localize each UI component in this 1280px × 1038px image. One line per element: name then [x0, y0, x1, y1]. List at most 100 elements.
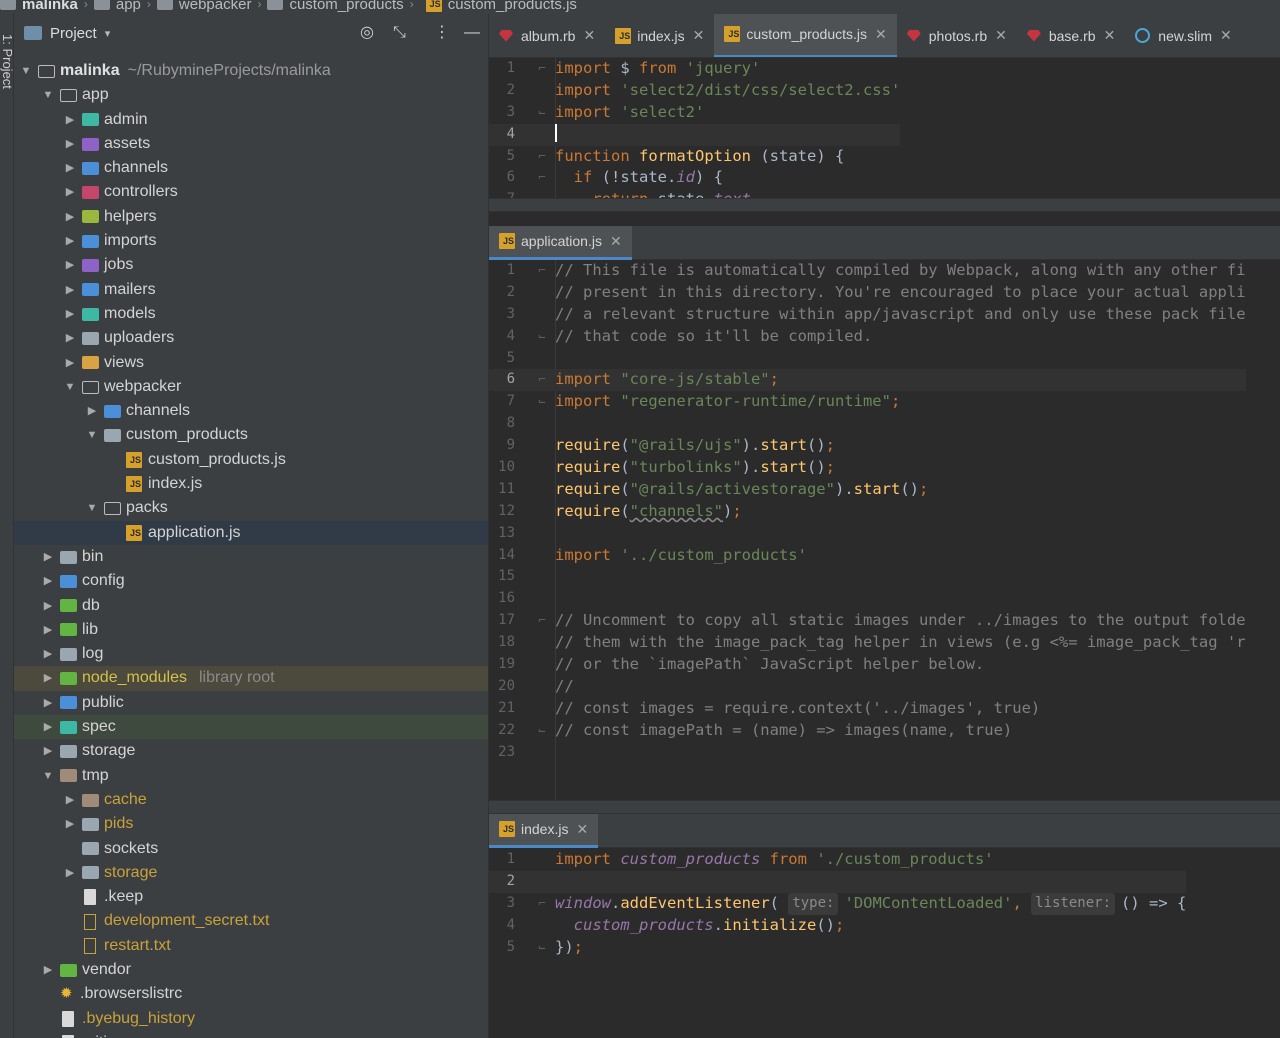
tree-item[interactable]: ▶ public: [14, 691, 488, 715]
expand-arrow-icon[interactable]: ▶: [64, 156, 76, 180]
expand-arrow-icon[interactable]: ▼: [86, 496, 98, 520]
expand-arrow-icon[interactable]: ▶: [86, 399, 98, 423]
pane-splitter[interactable]: [489, 198, 1280, 212]
expand-arrow-icon[interactable]: ▼: [86, 423, 98, 447]
breadcrumb-item[interactable]: custom_products: [267, 0, 404, 13]
tree-item[interactable]: .gitignore: [14, 1031, 488, 1038]
tree-item[interactable]: restart.txt: [14, 934, 488, 958]
tree-item[interactable]: ▼ webpacker: [14, 375, 488, 399]
expand-arrow-icon[interactable]: ▶: [64, 788, 76, 812]
expand-arrow-icon[interactable]: ▶: [42, 715, 54, 739]
tree-item[interactable]: ▶ spec: [14, 715, 488, 740]
editor-tab[interactable]: photos.rb ✕: [897, 14, 1017, 57]
expand-arrow-icon[interactable]: ▶: [64, 351, 76, 375]
breadcrumb-item[interactable]: app: [93, 0, 141, 13]
expand-arrow-icon[interactable]: ▶: [42, 594, 54, 618]
tree-item[interactable]: .keep: [14, 885, 488, 909]
expand-arrow-icon[interactable]: ▶: [64, 278, 76, 302]
editor-tab[interactable]: JS index.js ✕: [605, 14, 714, 57]
tree-item[interactable]: ▶ imports: [14, 229, 488, 253]
tree-item[interactable]: development_secret.txt: [14, 909, 488, 933]
close-icon[interactable]: ✕: [995, 27, 1007, 44]
close-icon[interactable]: ✕: [1220, 27, 1232, 44]
collapse-icon[interactable]: ⤡: [393, 24, 406, 42]
expand-arrow-icon[interactable]: ▶: [64, 253, 76, 277]
tree-item[interactable]: ▼ custom_products: [14, 423, 488, 447]
expand-arrow-icon[interactable]: ▶: [42, 618, 54, 642]
breadcrumb-item[interactable]: webpacker: [156, 0, 251, 13]
expand-arrow-icon[interactable]: ▶: [42, 691, 54, 715]
close-icon[interactable]: ✕: [1104, 27, 1116, 44]
target-icon[interactable]: ◎: [360, 24, 374, 42]
tree-item[interactable]: ▶ storage: [14, 739, 488, 763]
close-icon[interactable]: ✕: [875, 26, 887, 43]
expand-arrow-icon[interactable]: ▶: [42, 642, 54, 666]
tree-item[interactable]: ▶ db: [14, 594, 488, 618]
minimize-icon[interactable]: —: [464, 24, 480, 42]
expand-arrow-icon[interactable]: ▼: [42, 764, 54, 788]
project-tool-button[interactable]: 1: Project: [0, 34, 15, 89]
tree-item[interactable]: ▶ bin: [14, 545, 488, 569]
tree-item[interactable]: JS application.js: [14, 520, 488, 545]
expand-arrow-icon[interactable]: ▶: [64, 812, 76, 836]
expand-arrow-icon[interactable]: ▶: [64, 132, 76, 156]
expand-arrow-icon[interactable]: ▶: [64, 229, 76, 253]
tree-item[interactable]: ▶ channels: [14, 156, 488, 180]
editor-pane-application-js[interactable]: 1 ⌐// This file is automatically compiled…: [489, 260, 1280, 800]
tree-item[interactable]: ▶ storage: [14, 861, 488, 885]
tree-item[interactable]: ✹ .browserslistrc: [14, 982, 488, 1006]
tree-root[interactable]: ▼ malinka ~/RubymineProjects/malinka: [14, 59, 488, 83]
editor-pane-index-js[interactable]: 1 import custom_products from './custom_p…: [489, 849, 1280, 1038]
expand-arrow-icon[interactable]: ▶: [42, 739, 54, 763]
breadcrumb-item[interactable]: JS custom_products.js: [420, 0, 577, 13]
project-view-selector[interactable]: Project ▾: [24, 25, 110, 42]
close-icon[interactable]: ✕: [576, 821, 588, 838]
tree-item[interactable]: ▶ lib: [14, 618, 488, 642]
close-icon[interactable]: ✕: [610, 233, 622, 250]
expand-arrow-icon[interactable]: ▶: [64, 108, 76, 132]
expand-arrow-icon[interactable]: ▶: [42, 666, 54, 690]
tree-item[interactable]: ▼ tmp: [14, 764, 488, 788]
editor-tab[interactable]: new.slim ✕: [1125, 14, 1241, 57]
tree-item[interactable]: .byebug_history: [14, 1007, 488, 1031]
tree-item[interactable]: ▶ channels: [14, 399, 488, 423]
breadcrumb-item[interactable]: malinka: [0, 0, 78, 13]
tree-item[interactable]: ▶ config: [14, 569, 488, 593]
expand-arrow-icon[interactable]: ▶: [64, 180, 76, 204]
expand-arrow-icon[interactable]: ▶: [64, 326, 76, 350]
close-icon[interactable]: ✕: [693, 27, 705, 44]
tree-item[interactable]: sockets: [14, 837, 488, 861]
tree-item[interactable]: ▶ jobs: [14, 253, 488, 277]
tree-item[interactable]: ▶ controllers: [14, 180, 488, 204]
tree-item[interactable]: ▶ mailers: [14, 278, 488, 302]
pane-splitter[interactable]: [489, 800, 1280, 814]
tree-item[interactable]: JS index.js: [14, 472, 488, 496]
tree-item[interactable]: ▶ pids: [14, 812, 488, 836]
editor-tab[interactable]: JS custom_products.js ✕: [714, 14, 897, 57]
kebab-icon[interactable]: ⋮: [434, 24, 450, 42]
tree-item[interactable]: ▶ helpers: [14, 205, 488, 229]
tab-index-js[interactable]: JS index.js ✕: [489, 813, 599, 848]
tree-item[interactable]: ▶ models: [14, 302, 488, 326]
expand-arrow-icon[interactable]: ▼: [20, 59, 32, 83]
expand-arrow-icon[interactable]: ▶: [64, 861, 76, 885]
expand-arrow-icon[interactable]: ▶: [64, 205, 76, 229]
editor-tab[interactable]: album.rb ✕: [489, 14, 605, 57]
tree-item[interactable]: ▶ cache: [14, 788, 488, 812]
tree-item[interactable]: ▶ assets: [14, 132, 488, 156]
editor-pane-custom-products[interactable]: 1 ⌐ import $ from 'jquery' 2 import 'select…: [489, 58, 1280, 198]
expand-arrow-icon[interactable]: ▶: [42, 545, 54, 569]
tree-item[interactable]: ▶ uploaders: [14, 326, 488, 350]
close-icon[interactable]: ✕: [583, 27, 595, 44]
expand-arrow-icon[interactable]: ▼: [64, 375, 76, 399]
editor-tab[interactable]: base.rb ✕: [1017, 14, 1125, 57]
expand-arrow-icon[interactable]: ▶: [42, 569, 54, 593]
tree-item[interactable]: ▶ vendor: [14, 958, 488, 982]
expand-arrow-icon[interactable]: ▼: [42, 83, 54, 107]
tree-item[interactable]: ▶ admin: [14, 108, 488, 132]
tree-item[interactable]: ▶ views: [14, 351, 488, 375]
tree-item[interactable]: ▶ log: [14, 642, 488, 666]
tree-item[interactable]: ▼ app: [14, 83, 488, 107]
expand-arrow-icon[interactable]: ▶: [64, 302, 76, 326]
expand-arrow-icon[interactable]: ▶: [42, 958, 54, 982]
